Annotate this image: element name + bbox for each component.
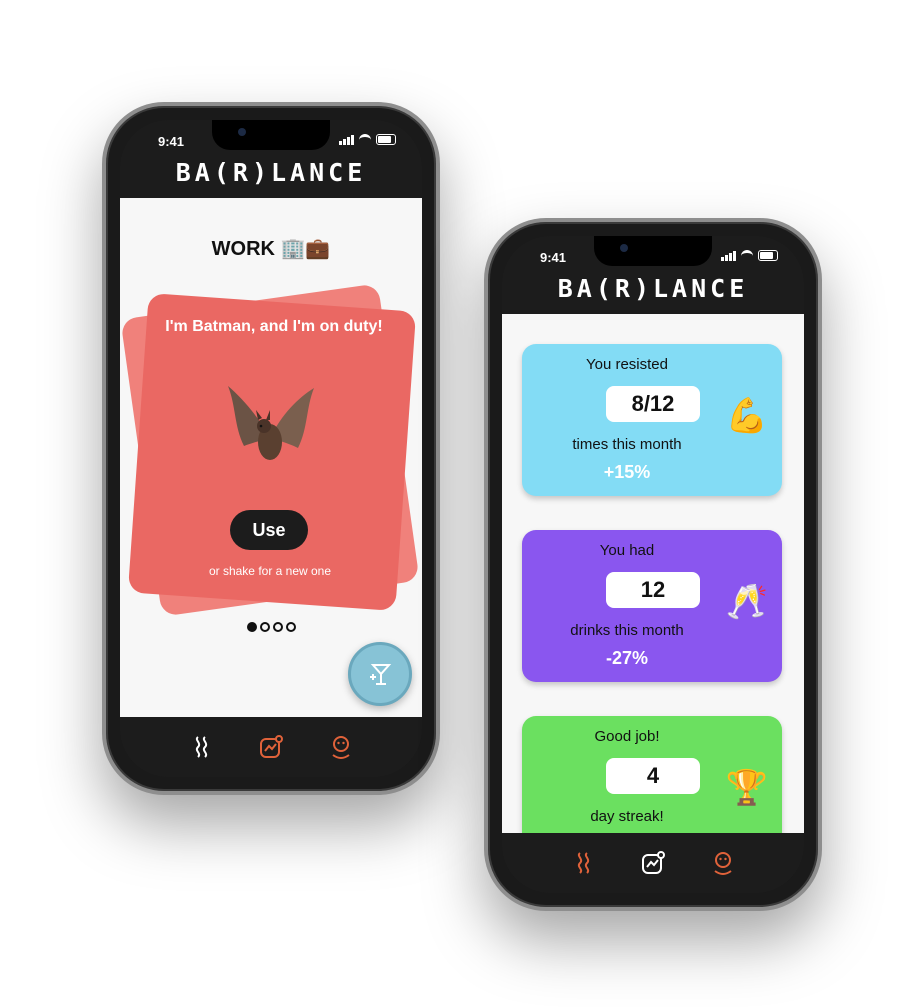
page-dot[interactable] — [272, 622, 283, 632]
stat-value: 12 — [606, 572, 700, 608]
waves-icon — [577, 852, 589, 874]
stat-card-streak[interactable]: Good job! 4 day streak! 🏆 — [522, 716, 782, 833]
status-icons — [339, 134, 396, 145]
bottom-nav — [120, 717, 422, 777]
signal-icon — [721, 250, 736, 261]
use-button[interactable]: Use — [230, 510, 308, 550]
stat-change: +15% — [603, 462, 651, 482]
stat-value: 4 — [606, 758, 700, 794]
battery-icon — [376, 134, 396, 145]
app-logo: BA(R)LANCE — [175, 158, 367, 187]
tab-stats[interactable] — [637, 847, 669, 879]
stat-change: -27% — [605, 648, 649, 668]
bat-icon — [228, 386, 314, 460]
profile-icon — [713, 852, 732, 875]
notch — [212, 120, 330, 150]
flexed-biceps-icon: 💪 — [725, 397, 768, 435]
add-drink-button[interactable] — [348, 642, 412, 706]
stat-heading: You resisted — [585, 356, 668, 373]
battery-icon — [758, 250, 778, 261]
stat-card-drinks[interactable]: You had 12 drinks this month -27% 🥂 — [522, 530, 782, 682]
stat-unit: times this month — [572, 436, 682, 453]
right-phone: 9:41 BA(R)LANCE You resisted 8/12 times … — [484, 218, 822, 911]
section-title: WORK 🏢💼 — [211, 238, 331, 260]
main-content: You resisted 8/12 times this month +15% … — [502, 314, 804, 833]
profile-icon — [331, 736, 350, 759]
signal-icon — [339, 134, 354, 145]
notch — [594, 236, 712, 266]
stat-card-resisted[interactable]: You resisted 8/12 times this month +15% … — [522, 344, 782, 496]
wifi-icon — [741, 250, 753, 261]
bottom-nav — [502, 833, 804, 893]
shake-hint: or shake for a new one — [208, 564, 332, 578]
camera-dot — [238, 128, 246, 136]
stat-value: 8/12 — [606, 386, 700, 422]
pagination-dots[interactable] — [120, 622, 422, 632]
right-screen: 9:41 BA(R)LANCE You resisted 8/12 times … — [502, 236, 804, 893]
wifi-icon — [359, 134, 371, 145]
stat-heading: You had — [599, 542, 655, 559]
status-time: 9:41 — [158, 134, 185, 149]
chart-icon — [260, 735, 283, 758]
trophy-icon: 🏆 — [725, 769, 768, 807]
tab-profile[interactable] — [325, 731, 357, 763]
tab-home[interactable] — [186, 731, 218, 763]
tab-stats[interactable] — [255, 731, 287, 763]
camera-dot — [620, 244, 628, 252]
chart-icon — [642, 851, 665, 874]
left-screen: 9:41 BA(R)LANCE WORK 🏢💼 I'm Batman, and … — [120, 120, 422, 777]
page-dot[interactable] — [285, 622, 296, 632]
card-text: I'm Batman, and I'm on duty! — [165, 318, 383, 335]
stat-unit: day streak! — [590, 808, 664, 825]
clinking-glasses-icon: 🥂 — [725, 583, 768, 621]
status-time: 9:41 — [540, 250, 567, 265]
status-icons — [721, 250, 778, 261]
tab-home[interactable] — [568, 847, 600, 879]
stat-heading: Good job! — [594, 728, 660, 745]
waves-icon — [195, 736, 207, 758]
stat-unit: drinks this month — [570, 622, 684, 639]
page-dot[interactable] — [259, 622, 270, 632]
tab-profile[interactable] — [707, 847, 739, 879]
main-content: WORK 🏢💼 I'm Batman, and I'm on duty! Use… — [120, 198, 422, 717]
page-dot[interactable] — [246, 622, 257, 632]
app-logo: BA(R)LANCE — [557, 274, 749, 303]
left-phone: 9:41 BA(R)LANCE WORK 🏢💼 I'm Batman, and … — [102, 102, 440, 795]
cocktail-plus-icon — [370, 664, 392, 685]
